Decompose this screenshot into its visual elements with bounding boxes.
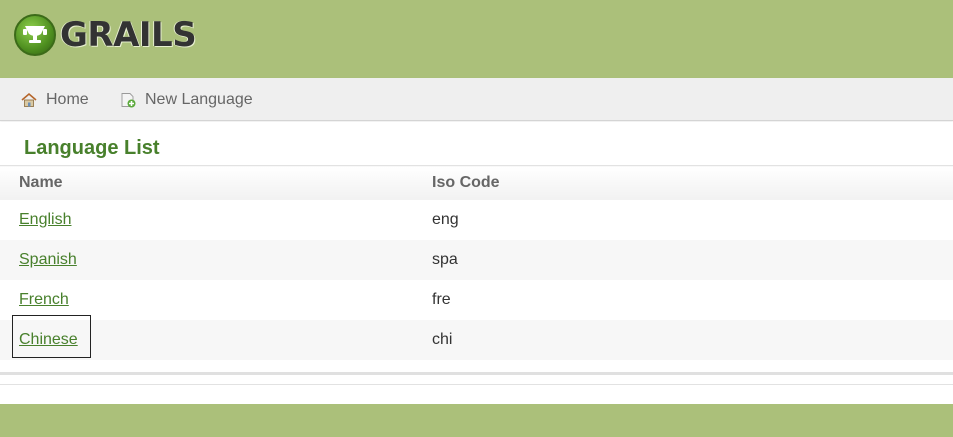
name-cell: Spanish: [0, 239, 413, 280]
language-link-spanish[interactable]: Spanish: [19, 251, 77, 268]
table-row: Chinese chi: [0, 314, 953, 360]
nav-bar: Home New Language: [0, 78, 953, 121]
divider: [0, 372, 953, 375]
nav-home-link[interactable]: Home: [21, 91, 89, 109]
language-link-french[interactable]: French: [19, 291, 69, 308]
nav-new-language-link[interactable]: New Language: [120, 91, 253, 109]
name-cell: English: [0, 199, 413, 240]
divider: [0, 384, 953, 385]
logo-text: GRAILS: [60, 15, 197, 55]
nav-home-label: Home: [46, 91, 89, 108]
new-document-icon: [121, 93, 136, 108]
content-panel: Language List Name Iso Code English eng …: [0, 122, 953, 374]
iso-code-cell: chi: [413, 319, 953, 360]
page-title: Language List: [24, 137, 160, 159]
language-table: Name Iso Code English eng Spanish spa Fr…: [0, 165, 953, 360]
nav-new-language-label: New Language: [145, 91, 253, 108]
iso-code-cell: fre: [413, 279, 953, 320]
name-cell: French: [0, 279, 413, 320]
iso-code-cell: spa: [413, 239, 953, 280]
house-icon: [21, 92, 37, 107]
table-header-row: Name Iso Code: [0, 165, 953, 200]
focus-outline: [12, 314, 91, 358]
grails-cup-icon: [14, 14, 56, 56]
table-row: English eng: [0, 199, 953, 240]
language-link-english[interactable]: English: [19, 211, 71, 228]
footer-bar: [0, 404, 953, 437]
header-bar: GRAILS: [0, 0, 953, 78]
column-header-iso-code[interactable]: Iso Code: [413, 165, 953, 200]
iso-code-cell: eng: [413, 199, 953, 240]
table-row: French fre: [0, 279, 953, 320]
table-row: Spanish spa: [0, 239, 953, 280]
name-cell: Chinese: [0, 314, 413, 360]
grails-logo[interactable]: GRAILS: [14, 14, 197, 56]
column-header-name[interactable]: Name: [0, 165, 413, 200]
